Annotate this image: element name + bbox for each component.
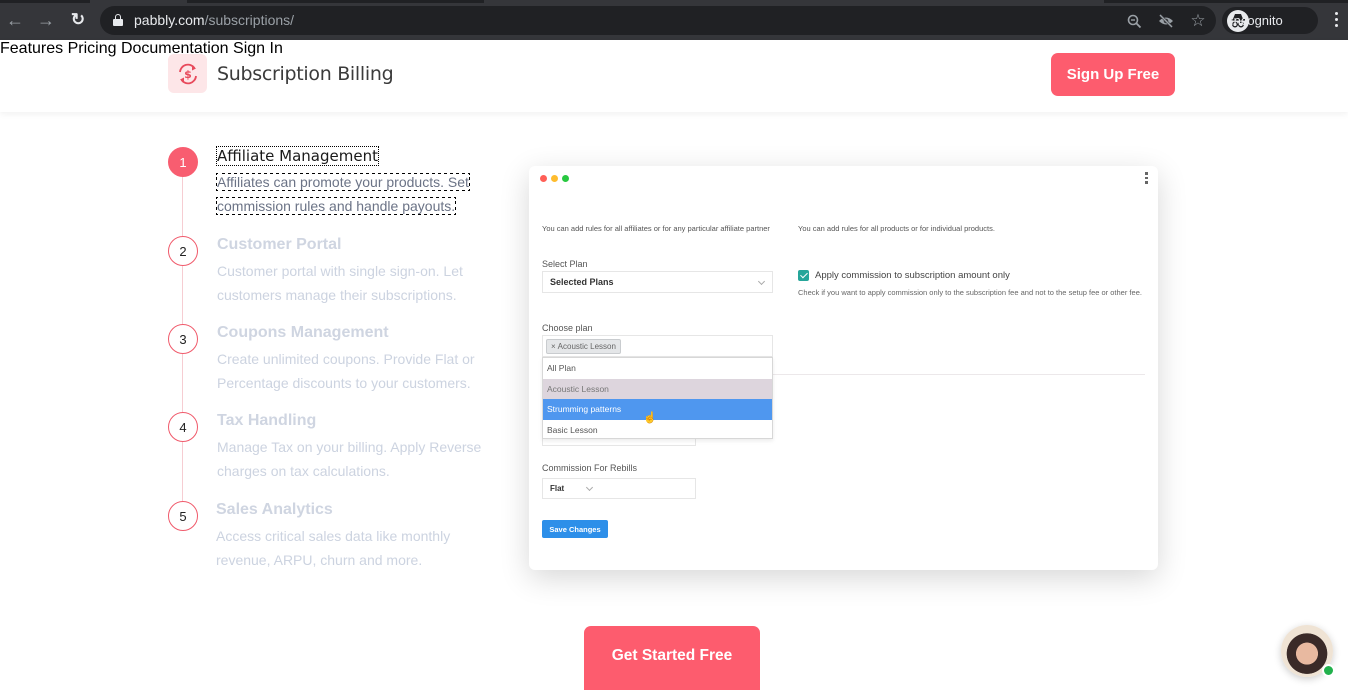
bookmark-star-icon[interactable]: ☆ [1189, 11, 1207, 30]
forward-icon[interactable]: → [34, 8, 58, 32]
chip-label: Acoustic Lesson [557, 342, 616, 351]
select-plan-value: Selected Plans [550, 277, 614, 287]
step-description: Access critical sales data like monthly … [216, 528, 451, 568]
product-rules-hint: You can add rules for all products or fo… [798, 224, 995, 233]
plan-option[interactable]: All Plan [543, 358, 772, 379]
step-description: Affiliates can promote your products. Se… [216, 170, 487, 218]
affiliate-rules-hint: You can add rules for all affiliates or … [542, 224, 770, 233]
url-text[interactable]: pabbly.com/subscriptions/ [134, 12, 294, 28]
feature-preview-window: You can add rules for all affiliates or … [529, 166, 1158, 570]
rebills-type-dropdown[interactable]: Flat [542, 478, 696, 499]
step-number-badge[interactable]: 2 [168, 236, 198, 266]
get-started-free-button[interactable]: Get Started Free [584, 626, 760, 690]
rebills-label: Commission For Rebills [542, 463, 638, 473]
tab-edge [0, 0, 90, 3]
step-number-badge[interactable]: 5 [168, 501, 198, 531]
brand-name: Subscription Billing [217, 62, 394, 85]
step-title[interactable]: Sales Analytics [216, 501, 333, 519]
reload-icon[interactable]: ↻ [66, 8, 90, 32]
section-divider [772, 374, 1145, 375]
step-description: Customer portal with single sign-on. Let… [217, 263, 463, 303]
step-number-badge[interactable]: 3 [168, 324, 198, 354]
support-chat-avatar[interactable] [1281, 625, 1335, 677]
incognito-profile-button[interactable]: Incognito [1222, 7, 1318, 34]
tab-edge [1104, 0, 1348, 3]
choose-plan-multiselect[interactable]: × Acoustic Lesson [542, 335, 773, 357]
close-dot-icon [540, 175, 547, 182]
site-header: $ Subscription Billing Features Pricing … [0, 40, 1348, 112]
address-bar[interactable]: pabbly.com/subscriptions/ ☆ [100, 6, 1216, 35]
chevron-down-icon [585, 483, 594, 492]
select-plan-label: Select Plan [542, 259, 588, 269]
minimize-dot-icon [551, 175, 558, 182]
plan-option[interactable]: Basic Lesson [543, 420, 772, 441]
step-description: Create unlimited coupons. Provide Flat o… [217, 351, 475, 391]
url-host: pabbly.com [134, 12, 205, 28]
step-description: Manage Tax on your billing. Apply Revers… [217, 439, 482, 479]
save-changes-button[interactable]: Save Changes [542, 520, 608, 538]
apply-commission-label: Apply commission to subscription amount … [815, 270, 1010, 281]
sign-up-free-button[interactable]: Sign Up Free [1051, 53, 1175, 96]
lock-icon [113, 14, 123, 26]
step-title[interactable]: Tax Handling [217, 412, 316, 430]
maximize-dot-icon [562, 175, 569, 182]
step-number-badge[interactable]: 1 [168, 147, 198, 177]
nav-pricing[interactable]: Pricing [68, 40, 117, 57]
select-plan-dropdown[interactable]: Selected Plans [542, 271, 773, 293]
apply-commission-help: Check if you want to apply commission on… [798, 288, 1142, 297]
brand-logo-link[interactable]: $ Subscription Billing [168, 54, 394, 93]
remove-chip-icon[interactable]: × [551, 342, 556, 351]
step-title[interactable]: Customer Portal [217, 236, 341, 254]
step-title[interactable]: Affiliate Management [216, 146, 379, 166]
menu-kebab-icon[interactable] [1330, 12, 1342, 30]
nav-features[interactable]: Features [0, 40, 63, 57]
tracking-blocked-eye-icon[interactable] [1157, 12, 1175, 30]
incognito-label: Incognito [1230, 13, 1283, 28]
selected-plan-chip: × Acoustic Lesson [546, 339, 621, 354]
svg-text:$: $ [184, 68, 192, 81]
rebills-type-value: Flat [550, 484, 565, 493]
step-title[interactable]: Coupons Management [217, 324, 389, 342]
url-path: /subscriptions/ [204, 12, 295, 28]
apply-commission-option[interactable]: Apply commission to subscription amount … [798, 270, 1010, 281]
browser-toolbar: ← → ↻ pabbly.com/subscriptions/ ☆ Incogn… [0, 0, 1348, 40]
apply-commission-checkbox[interactable] [798, 270, 809, 281]
zoom-icon[interactable] [1125, 12, 1143, 30]
choose-plan-label: Choose plan [542, 323, 593, 333]
tab-edge [187, 0, 484, 3]
plan-option[interactable]: Acoustic Lesson [543, 378, 772, 399]
online-status-dot [1322, 664, 1335, 677]
dollar-cycle-icon: $ [168, 54, 207, 93]
plan-option[interactable]: Strumming patterns [543, 399, 772, 420]
window-controls [540, 175, 569, 182]
step-description-text: Affiliates can promote your products. Se… [216, 173, 470, 215]
back-icon[interactable]: ← [3, 8, 27, 32]
step-number-badge[interactable]: 4 [168, 412, 198, 442]
preview-menu-kebab-icon[interactable] [1145, 172, 1149, 186]
hand-cursor-icon: ☝ [643, 412, 657, 424]
chevron-down-icon [757, 277, 766, 286]
plan-options-list: All Plan Acoustic Lesson Strumming patte… [542, 357, 773, 439]
